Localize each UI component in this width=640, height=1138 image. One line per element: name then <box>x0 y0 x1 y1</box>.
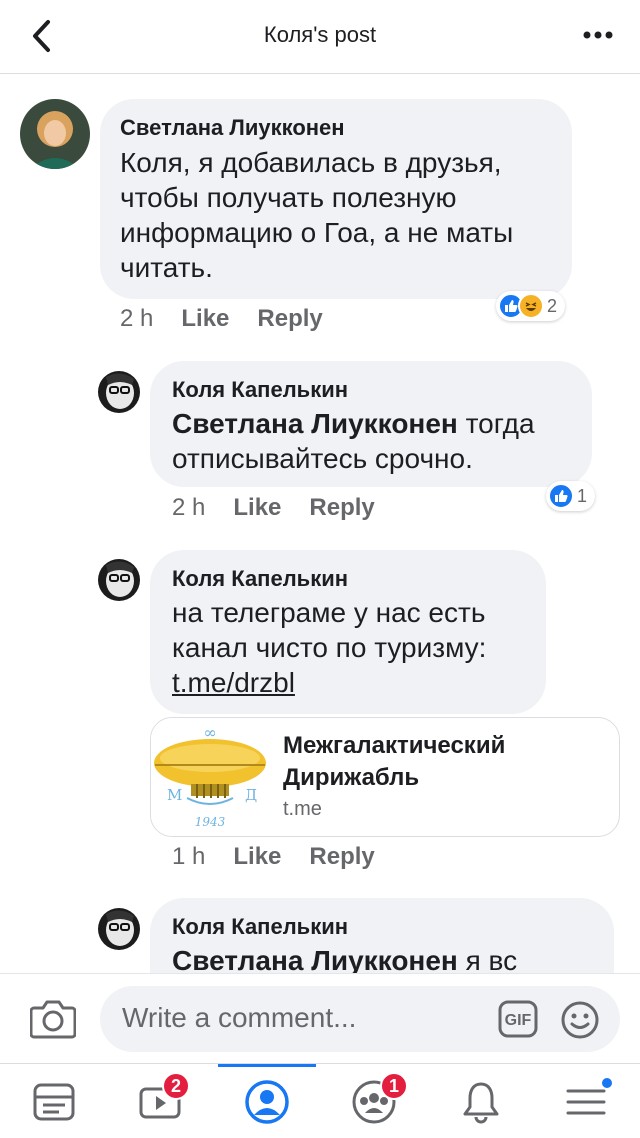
avatar[interactable] <box>20 99 90 169</box>
comments-list: Светлана Лиукконен Коля, я добавилась в … <box>0 75 640 973</box>
like-button[interactable]: Like <box>181 305 229 333</box>
like-button[interactable]: Like <box>233 843 281 871</box>
menu-icon <box>566 1089 606 1114</box>
like-button[interactable]: Like <box>233 494 281 522</box>
emoji-button[interactable] <box>560 1000 600 1040</box>
avatar[interactable] <box>98 908 140 950</box>
reply-button[interactable]: Reply <box>257 305 322 333</box>
comment-placeholder: Write a comment... <box>122 1002 357 1033</box>
like-reaction-icon <box>548 483 574 509</box>
thumb-letter-m: М <box>167 786 182 804</box>
tab-groups[interactable]: 1 <box>324 1064 424 1138</box>
tab-news-feed[interactable] <box>4 1064 104 1138</box>
avatar[interactable] <box>98 371 140 413</box>
profile-icon <box>245 1079 289 1124</box>
notification-badge: 1 <box>380 1072 408 1100</box>
reaction-summary[interactable]: 1 <box>546 481 596 511</box>
link-preview-domain: t.me <box>283 798 322 820</box>
comment-author[interactable]: Коля Капелькин <box>172 566 348 592</box>
link-preview-thumbnail: ∞ М Д 1943 <box>151 718 269 836</box>
emoji-smile-icon <box>561 1001 599 1039</box>
mention-link[interactable]: Светлана Лиукконен <box>172 945 458 973</box>
comment-text: Светлана Лиукконен я вс <box>172 943 602 973</box>
camera-button[interactable] <box>29 996 77 1040</box>
gif-icon: GIF <box>498 1000 538 1038</box>
notifications-bell-icon <box>463 1082 499 1123</box>
comment-bubble: Коля Капелькин Светлана Лиукконен тогда … <box>150 361 592 487</box>
mention-link[interactable]: Светлана Лиукконен <box>172 408 458 439</box>
reaction-count: 1 <box>577 485 588 506</box>
reply-button[interactable]: Reply <box>309 494 374 522</box>
link-preview-title: Межгалактический Дирижабль <box>283 732 506 791</box>
page-title: Коля's post <box>263 22 377 47</box>
comment-time[interactable]: 2 h <box>120 305 153 333</box>
comment-actions: 2 h Like Reply <box>172 494 375 522</box>
reaction-count: 2 <box>547 295 558 316</box>
comment-time[interactable]: 1 h <box>172 843 205 871</box>
bottom-tab-bar: 2 1 <box>0 1063 640 1138</box>
reaction-summary[interactable]: 2 <box>496 291 566 321</box>
comment-bubble: Коля Капелькин Светлана Лиукконен я вс <box>150 898 614 973</box>
reply-button[interactable]: Reply <box>309 843 374 871</box>
comment-text-body: я вс <box>457 945 518 973</box>
tab-profile[interactable] <box>217 1064 317 1138</box>
post-header: Коля's post <box>0 0 640 74</box>
comment-input[interactable]: Write a comment... GIF <box>100 986 620 1052</box>
comment-text: Светлана Лиукконен тогда отписывайтесь с… <box>172 406 582 476</box>
gif-button[interactable]: GIF <box>498 1000 538 1038</box>
comment-author[interactable]: Коля Капелькин <box>172 377 348 403</box>
comment-author[interactable]: Коля Капелькин <box>172 914 348 940</box>
comment-actions: 1 h Like Reply <box>172 843 375 871</box>
comment-composer: Write a comment... GIF <box>0 973 640 1063</box>
comment-actions: 2 h Like Reply <box>120 305 323 333</box>
notification-badge: 2 <box>162 1072 190 1100</box>
thumb-year: 1943 <box>195 815 226 829</box>
tab-menu[interactable] <box>536 1064 636 1138</box>
more-horizontal-icon <box>583 31 613 39</box>
news-feed-icon <box>33 1083 75 1120</box>
telegram-link[interactable]: t.me/drzbl <box>172 665 295 700</box>
tab-notifications[interactable] <box>431 1064 531 1138</box>
comment-time[interactable]: 2 h <box>172 494 205 522</box>
haha-reaction-icon <box>518 293 544 319</box>
comment-text: на телеграме у нас есть канал чисто по т… <box>172 597 487 663</box>
comment-bubble: Коля Капелькин на телеграме у нас есть к… <box>150 550 546 714</box>
new-activity-dot <box>600 1076 614 1090</box>
link-preview-card[interactable]: ∞ М Д 1943 Межгалактический Дирижабль t.… <box>150 717 620 837</box>
thumb-letter-d: Д <box>245 786 257 804</box>
tab-watch[interactable]: 2 <box>110 1064 210 1138</box>
avatar[interactable] <box>98 559 140 601</box>
comment-text: Коля, я добавилась в друзья, чтобы получ… <box>120 147 514 283</box>
comment-bubble: Светлана Лиукконен Коля, я добавилась в … <box>100 99 572 299</box>
comment-author[interactable]: Светлана Лиукконен <box>120 115 345 141</box>
more-options-button[interactable] <box>578 20 618 50</box>
gif-label: GIF <box>505 1012 532 1029</box>
camera-icon <box>29 1000 77 1039</box>
